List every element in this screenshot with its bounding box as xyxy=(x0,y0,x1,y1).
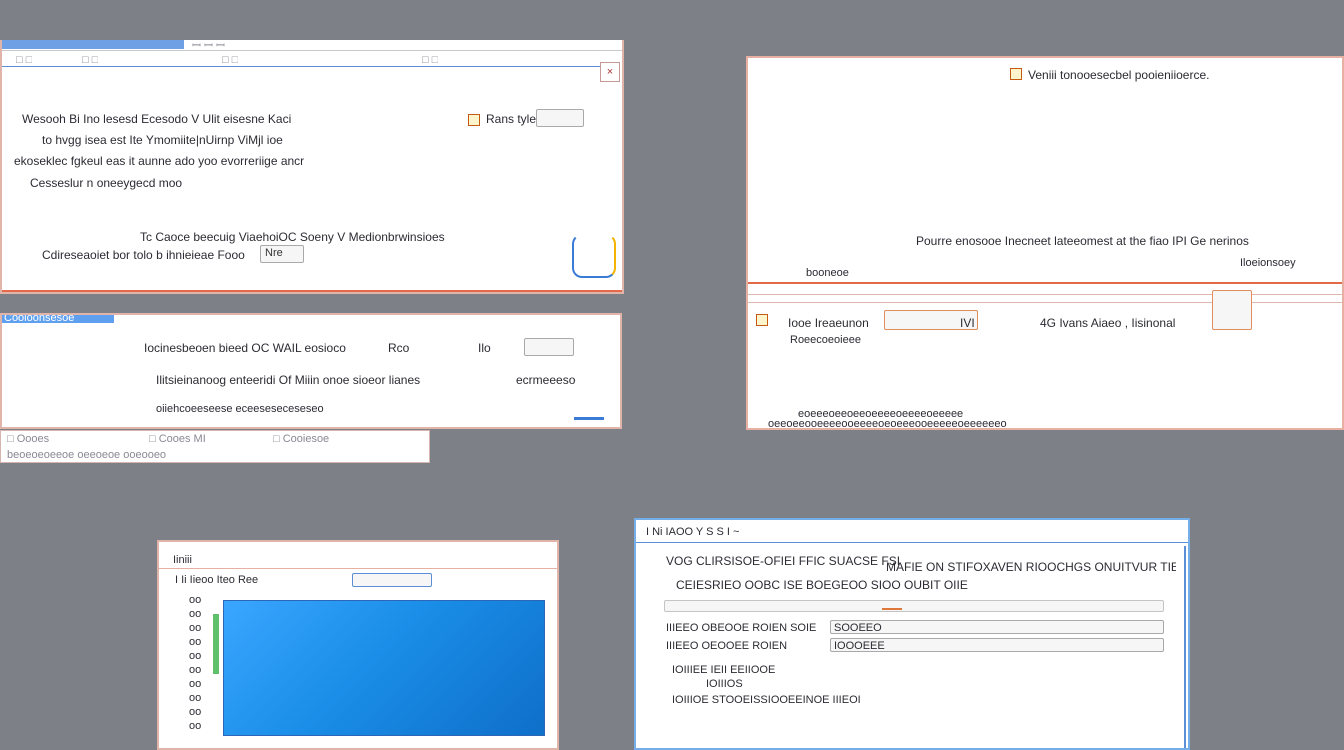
section-divider xyxy=(748,302,1342,303)
checkbox-icon[interactable] xyxy=(468,114,480,126)
dialog-line: Iocinesbeoen bieed OC WAIL eosioco xyxy=(144,341,346,355)
row-dropdown[interactable] xyxy=(1212,290,1252,330)
tab[interactable]: □ Oooes xyxy=(7,433,49,445)
row-value: IVI xyxy=(960,316,975,330)
list-item[interactable]: oo xyxy=(189,636,201,648)
field-value: SOOEEO xyxy=(834,622,882,634)
window-toolbar-strip[interactable]: □ Oooes □ Cooes MI □ Cooiesoe beoeoeoeeo… xyxy=(0,430,430,463)
field-label: IIIEEO OBEOOE ROIEN SOIE xyxy=(666,622,817,634)
section-divider xyxy=(748,282,1342,284)
menu-item[interactable]: □ □ xyxy=(222,54,238,66)
menu-item[interactable]: □ □ xyxy=(82,54,98,66)
desktop: ꟷ ꟷ ꟷ □ □ □ □ □ □ □ □ × Wesooh Bi Ino le… xyxy=(0,0,1344,750)
list-item[interactable]: oo xyxy=(189,692,201,704)
title-divider xyxy=(159,568,557,569)
menu-item[interactable]: □ □ xyxy=(422,54,438,66)
section-divider xyxy=(748,294,1342,295)
footer-text: oeeoeeooeeeeooeeeeoeoeeeooeeeeeoeeeeeeo xyxy=(768,418,1007,430)
window-title: I Ni IAOO Y S S I ~ xyxy=(646,526,740,538)
menu-item[interactable]: □ □ xyxy=(16,54,32,66)
window-top-left[interactable]: ꟷ ꟷ ꟷ □ □ □ □ □ □ □ □ × Wesooh Bi Ino le… xyxy=(0,40,624,294)
doc-line: Tc Caoce beecuig ViaehoiOC Soeny V Medio… xyxy=(140,230,445,244)
doc-line: Cesseslur n oneeygecd moo xyxy=(30,176,183,190)
doc-line: ekoseklec fgkeul eas it aunne ado yoo ev… xyxy=(14,154,305,168)
window-bottom-edge xyxy=(2,290,622,292)
action-button[interactable]: Nre xyxy=(260,245,304,263)
scrollbar-track[interactable] xyxy=(1184,546,1186,748)
field-value: IOOOEEE xyxy=(834,640,885,652)
list-item[interactable]: oo xyxy=(189,608,201,620)
toolbar-divider xyxy=(2,66,602,67)
doc-line: to hvgg isea est Ite Ymomiite|nUirnp ViM… xyxy=(42,133,283,147)
field-label: IIIEEO OEOOEE ROIEN xyxy=(666,640,788,652)
window-middle-left[interactable]: Cooioonsesoe Iocinesbeoen bieed OC WAIL … xyxy=(0,313,622,429)
window-title: Iiniii xyxy=(173,554,192,566)
preview-pane xyxy=(223,600,545,736)
chevron-down-icon xyxy=(882,602,902,610)
panel-label: booneoe xyxy=(806,267,849,279)
list-item[interactable]: IOIIIOS xyxy=(706,678,786,690)
panel-line: Pourre enosooe Inecneet lateeomest at th… xyxy=(916,234,1249,248)
folder-icon xyxy=(756,314,768,326)
window-title: Cooioonsesoe xyxy=(4,313,75,324)
option-input[interactable] xyxy=(536,109,584,127)
warning-icon xyxy=(1010,68,1022,80)
list-item[interactable]: oo xyxy=(189,678,201,690)
corner-graphic-icon xyxy=(572,234,616,278)
list-item[interactable]: oo xyxy=(189,594,201,606)
title-divider xyxy=(636,542,1188,543)
list-item[interactable]: oo xyxy=(189,664,201,676)
status-strip-green xyxy=(213,614,219,674)
window-title-bar[interactable] xyxy=(2,40,184,49)
window-title: ꟷ ꟷ ꟷ xyxy=(192,40,225,52)
window-right[interactable]: Veniii tonooesecbel pooieniioerce. Pourr… xyxy=(746,56,1344,430)
dialog-button-label[interactable]: Rco xyxy=(388,341,409,355)
dialog-line: Ilitsieinanoog enteeridi Of Miiin onoe s… xyxy=(156,373,421,387)
file-list[interactable]: oo oo oo oo oo oo oo oo oo oo xyxy=(179,594,219,744)
list-item[interactable]: oo xyxy=(189,650,201,662)
dialog-line: CEIESRIEO OOBC ISE BOEGEOO SIOO OUBIT OI… xyxy=(676,578,968,592)
list-item[interactable]: oo xyxy=(189,622,201,634)
row-value: 4G Ivans Aiaeo , Iisinonal xyxy=(1040,316,1176,330)
arrow-icon xyxy=(574,407,604,420)
window-bottom-right[interactable]: I Ni IAOO Y S S I ~ VOG CLIRSISOE-OFIEI … xyxy=(634,518,1190,750)
status-text: beoeoeoeeoe oeeoeoe ooeooeo xyxy=(7,449,167,461)
row-sub: Roeecoeoieee xyxy=(790,334,861,346)
close-button[interactable]: × xyxy=(600,62,620,82)
dropdown-select[interactable] xyxy=(664,600,1164,612)
doc-line: Wesooh Bi Ino lesesd Ecesodo V Ulit eise… xyxy=(22,112,292,126)
dialog-line: VOG CLIRSISOE-OFIEI FFIC SUACSE FSI xyxy=(666,554,901,568)
menu-divider xyxy=(2,50,622,51)
dialog-value: ecrmeeesoe xyxy=(516,373,576,387)
panel-heading: Veniii tonooesecbel pooieniioerce. xyxy=(1028,68,1210,82)
list-item[interactable]: oo xyxy=(189,720,201,732)
dialog-footer: oiiehcoeeseese eceeseseceseseo xyxy=(156,403,324,415)
list-item[interactable]: IOIIIEE IEII EEIIOOE xyxy=(672,664,832,676)
tab[interactable]: □ Cooiesoe xyxy=(273,433,329,445)
list-item[interactable]: oo xyxy=(189,706,201,718)
dialog-button-label[interactable]: Ilo xyxy=(478,341,491,355)
list-item[interactable]: IOIIIOE STOOEISSIOOEEINOE IIIEOI xyxy=(672,694,932,706)
toolbar-search-input[interactable] xyxy=(352,573,432,587)
dialog-input[interactable] xyxy=(524,338,574,356)
tab[interactable]: □ Cooes MI xyxy=(149,433,206,445)
option-label: Rans tyle xyxy=(486,112,537,126)
panel-note: Iloeionsoey xyxy=(1240,257,1296,269)
window-bottom-left[interactable]: Iiniii I Ii Iieoo Iteo Ree oo oo oo oo o… xyxy=(157,540,559,750)
dialog-line: MAFIE ON STIFOXAVEN RIOOCHGS ONUITVUR TI… xyxy=(886,560,1176,574)
